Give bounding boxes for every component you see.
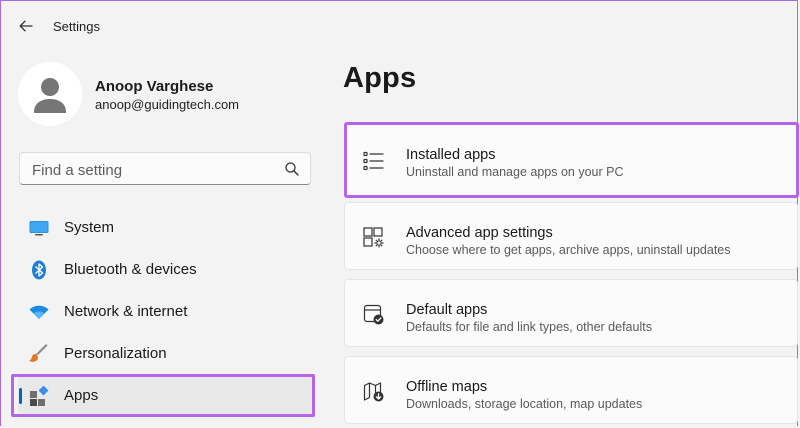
- page-title: Apps: [343, 62, 417, 94]
- back-arrow-icon: [19, 20, 33, 32]
- sidebar-item-personalization[interactable]: Personalization: [18, 333, 314, 375]
- search-icon[interactable]: [284, 161, 300, 177]
- avatar[interactable]: [18, 62, 82, 126]
- wifi-icon: [29, 305, 49, 319]
- title-bar: Settings: [0, 0, 800, 52]
- card-installed-apps[interactable]: Installed apps Uninstall and manage apps…: [344, 124, 798, 196]
- card-title: Default apps: [406, 302, 488, 318]
- sidebar-item-bluetooth[interactable]: Bluetooth & devices: [18, 249, 314, 291]
- sidebar-item-system[interactable]: System: [18, 207, 314, 249]
- list-icon: [363, 151, 384, 171]
- user-email: anoop@guidingtech.com: [95, 97, 240, 112]
- card-subtitle: Uninstall and manage apps on your PC: [406, 165, 624, 179]
- sidebar-item-network[interactable]: Network & internet: [18, 291, 314, 333]
- card-default-apps[interactable]: Default apps Defaults for file and link …: [344, 279, 798, 347]
- user-name: Anoop Varghese: [95, 78, 214, 95]
- card-subtitle: Choose where to get apps, archive apps, …: [406, 243, 731, 257]
- sidebar-item-apps[interactable]: Apps: [18, 375, 314, 417]
- user-avatar-icon: [18, 62, 82, 126]
- bluetooth-icon: [32, 260, 46, 280]
- user-profile[interactable]: Anoop Varghese anoop@guidingtech.com: [18, 62, 308, 126]
- back-button[interactable]: [14, 14, 38, 38]
- app-settings-icon: [363, 227, 384, 248]
- default-apps-icon: [363, 304, 384, 325]
- map-icon: [363, 382, 384, 402]
- card-subtitle: Downloads, storage location, map updates: [406, 397, 643, 411]
- monitor-icon: [29, 221, 49, 236]
- card-offline-maps[interactable]: Offline maps Downloads, storage location…: [344, 356, 798, 424]
- card-title: Advanced app settings: [406, 225, 553, 241]
- active-indicator: [19, 388, 22, 404]
- search-box[interactable]: [19, 152, 311, 185]
- sidebar-item-label: Personalization: [64, 345, 167, 362]
- card-title: Offline maps: [406, 379, 488, 395]
- card-subtitle: Defaults for file and link types, other …: [406, 320, 652, 334]
- sidebar-item-label: Bluetooth & devices: [64, 261, 197, 278]
- window-title: Settings: [53, 19, 100, 34]
- sidebar-item-label: System: [64, 219, 115, 236]
- card-advanced-app-settings[interactable]: Advanced app settings Choose where to ge…: [344, 202, 798, 270]
- card-title: Installed apps: [406, 147, 496, 163]
- apps-icon: [30, 386, 49, 406]
- brush-icon: [29, 344, 48, 362]
- search-input[interactable]: [30, 159, 274, 181]
- sidebar-item-label: Apps: [64, 387, 99, 404]
- sidebar-item-label: Network & internet: [64, 303, 188, 320]
